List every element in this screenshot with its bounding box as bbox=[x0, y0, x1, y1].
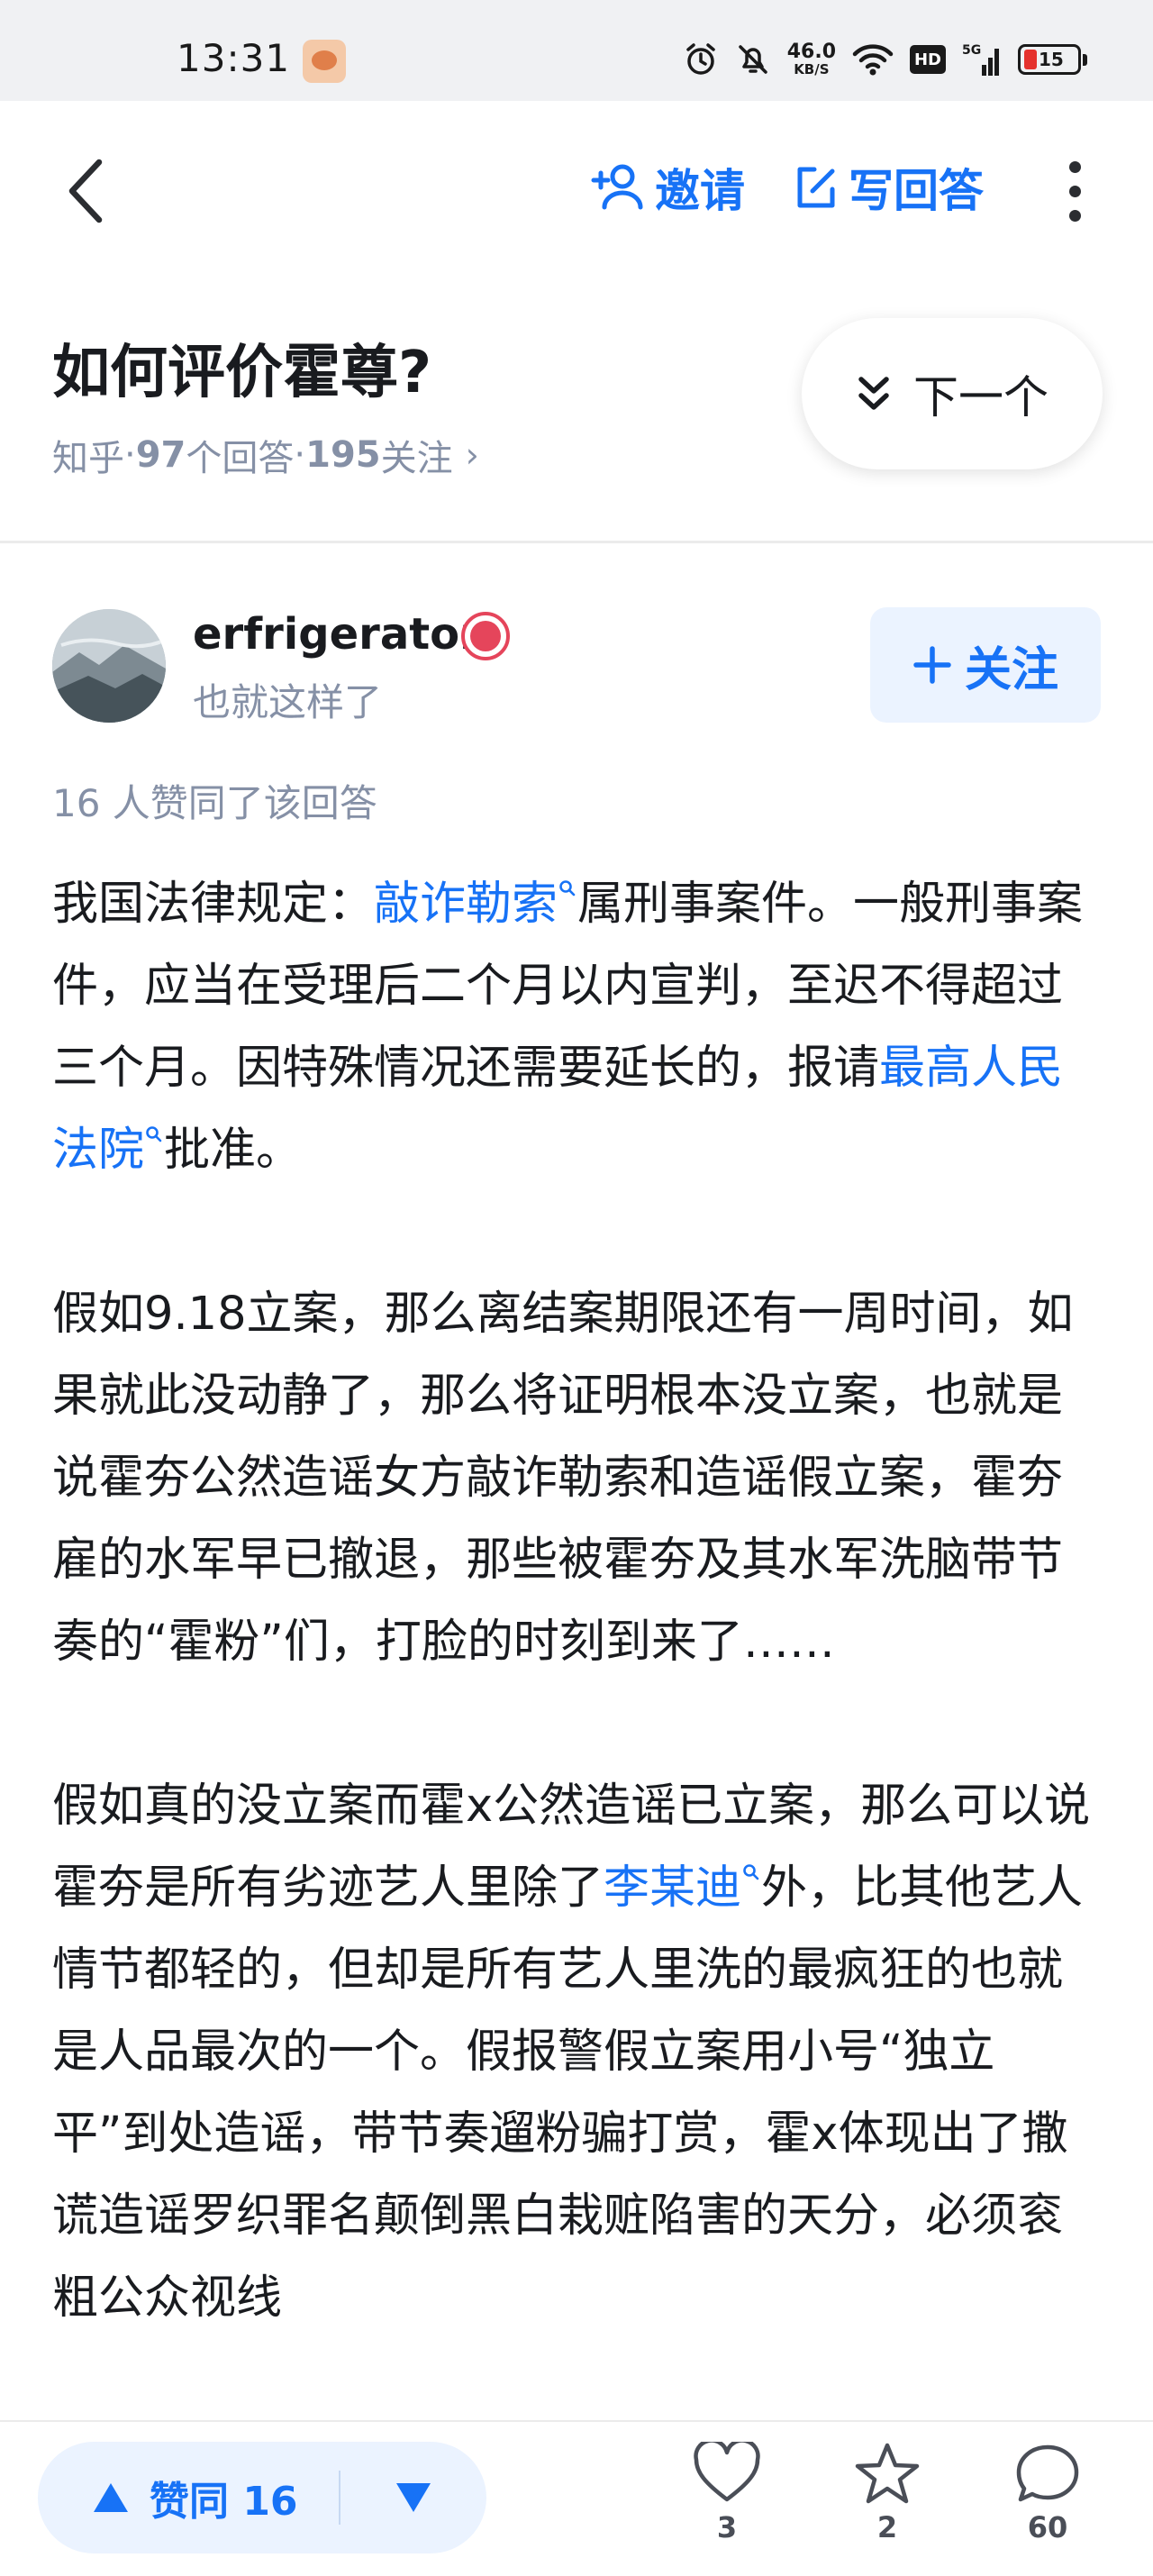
next-answer-label: 下一个 bbox=[913, 371, 1049, 423]
cellular-signal-icon: 5G bbox=[962, 43, 999, 76]
invite-label: 邀请 bbox=[655, 165, 745, 217]
more-vertical-icon bbox=[1068, 160, 1081, 173]
downvote-button[interactable] bbox=[340, 2442, 486, 2553]
write-answer-button[interactable]: 写回答 bbox=[793, 155, 984, 220]
favorite-button[interactable]: 2 bbox=[838, 2442, 937, 2544]
search-icon bbox=[146, 1126, 162, 1142]
double-chevron-down-icon bbox=[858, 377, 889, 410]
bottom-action-bar: 赞同 16 3 2 60 bbox=[0, 2420, 1153, 2576]
write-answer-label: 写回答 bbox=[849, 165, 984, 217]
hd-icon: HD bbox=[910, 45, 946, 74]
top-nav-bar: 邀请 写回答 bbox=[0, 101, 1153, 272]
network-speed: 46.0 KB/S bbox=[786, 40, 836, 77]
battery-icon: 15 bbox=[1018, 44, 1087, 75]
author-badge-icon bbox=[461, 612, 510, 660]
avatar-landscape-image bbox=[52, 609, 166, 723]
favorite-count: 2 bbox=[876, 2510, 898, 2544]
next-answer-button[interactable]: 下一个 bbox=[802, 318, 1103, 469]
author-name[interactable]: erfrigerator bbox=[193, 609, 481, 660]
chevron-right-icon: › bbox=[465, 435, 479, 475]
edit-icon bbox=[797, 167, 835, 208]
status-time: 13:31 bbox=[177, 36, 291, 80]
section-divider bbox=[0, 541, 1153, 543]
mute-bell-icon bbox=[738, 45, 767, 74]
comment-button[interactable]: 60 bbox=[998, 2442, 1097, 2544]
triangle-down-icon bbox=[396, 2483, 431, 2512]
like-button[interactable]: 3 bbox=[677, 2442, 776, 2544]
svg-text:5G: 5G bbox=[962, 43, 981, 58]
plus-icon bbox=[913, 646, 951, 684]
follow-label: 关注 bbox=[964, 642, 1058, 697]
alarm-icon bbox=[685, 43, 715, 75]
comment-bubble-icon bbox=[1016, 2444, 1079, 2502]
heart-icon bbox=[694, 2442, 760, 2502]
add-user-icon bbox=[591, 164, 643, 210]
paragraph: 假如9.18立案，那么离结案期限还有一周时间，如果就此没动静了，那么将证明根本没… bbox=[52, 1288, 1074, 1669]
paragraph: 假如真的没立案而霍x公然造谣已立案，那么可以说霍夯是所有劣迹艺人里除了李某迪 外，… bbox=[52, 1780, 1091, 2325]
like-count: 3 bbox=[716, 2510, 738, 2544]
triangle-up-icon bbox=[94, 2483, 128, 2512]
status-icons: 46.0 KB/S HD 5G 15 bbox=[683, 40, 1087, 77]
star-icon bbox=[855, 2443, 920, 2504]
comment-count: 60 bbox=[1027, 2510, 1068, 2544]
author-bio: 也就这样了 bbox=[193, 680, 383, 724]
likes-summary: 16 人赞同了该回答 bbox=[52, 781, 377, 825]
question-meta[interactable]: 知乎 · 97 个回答 · 195 关注 › bbox=[52, 429, 479, 481]
invite-button[interactable]: 邀请 bbox=[590, 155, 745, 220]
followers-count: 195 bbox=[305, 434, 381, 476]
more-options-button[interactable] bbox=[1061, 155, 1088, 227]
search-link[interactable]: 敲诈勒索 bbox=[374, 878, 558, 931]
upvote-button[interactable]: 赞同 16 bbox=[38, 2442, 339, 2553]
status-bar: 13:31 46.0 KB/S HD 5G 15 bbox=[0, 0, 1153, 101]
search-icon bbox=[743, 1864, 759, 1880]
answer-content: 我国法律规定：敲诈勒索 属刑事案件。一般刑事案件，应当在受理后二个月以内宣判，至迟… bbox=[52, 863, 1106, 2421]
search-icon bbox=[559, 880, 576, 897]
vote-control: 赞同 16 bbox=[38, 2442, 486, 2553]
app-notification-icon bbox=[303, 40, 346, 83]
upvote-label: 赞同 16 bbox=[150, 2479, 298, 2525]
back-button[interactable] bbox=[59, 155, 113, 227]
answers-count: 97 bbox=[135, 434, 186, 476]
paragraph: 我国法律规定：敲诈勒索 属刑事案件。一般刑事案件，应当在受理后二个月以内宣判，至迟… bbox=[52, 878, 1084, 1177]
question-title[interactable]: 如何评价霍尊? bbox=[52, 326, 431, 409]
author-avatar[interactable] bbox=[52, 609, 166, 723]
search-link[interactable]: 李某迪 bbox=[604, 1861, 741, 1915]
wifi-icon bbox=[852, 44, 894, 76]
follow-button[interactable]: 关注 bbox=[870, 607, 1101, 723]
question-source: 知乎 bbox=[52, 438, 124, 479]
